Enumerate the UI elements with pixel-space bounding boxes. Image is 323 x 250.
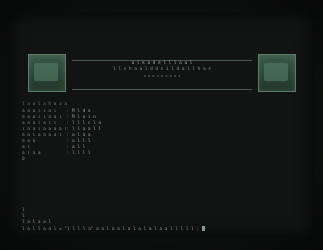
text-cursor <box>201 226 205 231</box>
prompt-line-4[interactable]: l a l l a a l = "l l l l a" a a l a a l … <box>22 226 308 233</box>
system-info-block: l a a l a h a a a a a a l l a l : M l d … <box>22 102 182 163</box>
banner-title-strip: a l k a d e l l l a a l l l s h a a l d … <box>72 60 252 90</box>
banner: a l k a d e l l l a a l l l s h a a l d … <box>28 54 296 92</box>
info-cursor: 0 <box>22 157 25 162</box>
info-key: a l a a <box>22 151 41 156</box>
banner-line-3: a a a a a a a a a <box>143 74 181 78</box>
info-header: l a a l a h a a a <box>22 102 67 107</box>
command-text[interactable]: l a l l a a l = "l l l l a" a a l a a l … <box>22 227 199 232</box>
info-value: l l l l <box>72 151 91 156</box>
right-logo-icon <box>258 54 296 92</box>
monitor-bezel: a l k a d e l l l a a l l l s h a a l d … <box>0 0 323 250</box>
command-prompt[interactable]: l l l a l a a l l a l l a a l = "l l l l… <box>22 208 308 233</box>
terminal-screen[interactable]: a l k a d e l l l a a l l l s h a a l d … <box>8 12 315 238</box>
left-logo-icon <box>28 54 66 92</box>
